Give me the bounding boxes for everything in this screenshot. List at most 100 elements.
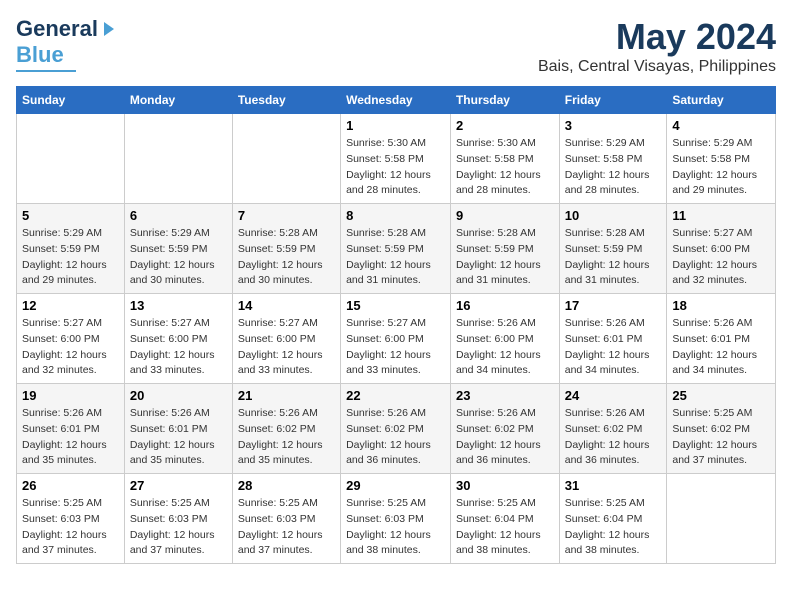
day-info: Sunrise: 5:26 AMSunset: 6:02 PMDaylight:… bbox=[565, 406, 662, 469]
day-number: 1 bbox=[346, 118, 445, 133]
day-number: 5 bbox=[22, 208, 119, 223]
day-info: Sunrise: 5:25 AMSunset: 6:03 PMDaylight:… bbox=[238, 496, 335, 559]
header-friday: Friday bbox=[559, 87, 667, 114]
day-info: Sunrise: 5:28 AMSunset: 5:59 PMDaylight:… bbox=[238, 226, 335, 289]
logo: General Blue bbox=[16, 16, 116, 72]
calendar-cell: 30 Sunrise: 5:25 AMSunset: 6:04 PMDayligh… bbox=[450, 474, 559, 564]
day-info: Sunrise: 5:29 AMSunset: 5:59 PMDaylight:… bbox=[130, 226, 227, 289]
day-info: Sunrise: 5:25 AMSunset: 6:04 PMDaylight:… bbox=[456, 496, 554, 559]
day-number: 22 bbox=[346, 388, 445, 403]
page-header: General Blue May 2024 Bais, Central Visa… bbox=[16, 16, 776, 76]
calendar-cell: 9Sunrise: 5:28 AMSunset: 5:59 PMDaylight… bbox=[450, 204, 559, 294]
header-sunday: Sunday bbox=[17, 87, 125, 114]
day-info: Sunrise: 5:26 AMSunset: 6:02 PMDaylight:… bbox=[238, 406, 335, 469]
day-number: 17 bbox=[565, 298, 662, 313]
calendar-cell: 20 Sunrise: 5:26 AMSunset: 6:01 PMDayligh… bbox=[124, 384, 232, 474]
week-row-3: 12 Sunrise: 5:27 AMSunset: 6:00 PMDayligh… bbox=[17, 294, 776, 384]
day-number: 2 bbox=[456, 118, 554, 133]
day-info: Sunrise: 5:29 AMSunset: 5:58 PMDaylight:… bbox=[672, 136, 770, 199]
day-info: Sunrise: 5:27 AMSunset: 6:00 PMDaylight:… bbox=[130, 316, 227, 379]
calendar-cell: 24 Sunrise: 5:26 AMSunset: 6:02 PMDayligh… bbox=[559, 384, 667, 474]
day-info: Sunrise: 5:25 AMSunset: 6:03 PMDaylight:… bbox=[130, 496, 227, 559]
calendar-cell: 16 Sunrise: 5:26 AMSunset: 6:00 PMDayligh… bbox=[450, 294, 559, 384]
day-info: Sunrise: 5:26 AMSunset: 6:01 PMDaylight:… bbox=[565, 316, 662, 379]
day-info: Sunrise: 5:30 AMSunset: 5:58 PMDaylight:… bbox=[346, 136, 445, 199]
location-subtitle: Bais, Central Visayas, Philippines bbox=[538, 58, 776, 76]
header-monday: Monday bbox=[124, 87, 232, 114]
calendar-cell: 4 Sunrise: 5:29 AMSunset: 5:58 PMDaylight… bbox=[667, 114, 776, 204]
day-number: 25 bbox=[672, 388, 770, 403]
day-number: 29 bbox=[346, 478, 445, 493]
calendar-cell: 15 Sunrise: 5:27 AMSunset: 6:00 PMDayligh… bbox=[341, 294, 451, 384]
day-number: 24 bbox=[565, 388, 662, 403]
calendar-cell: 5 Sunrise: 5:29 AMSunset: 5:59 PMDaylight… bbox=[17, 204, 125, 294]
day-number: 3 bbox=[565, 118, 662, 133]
header-tuesday: Tuesday bbox=[232, 87, 340, 114]
logo-text-general: General bbox=[16, 16, 98, 42]
calendar-table: Sunday Monday Tuesday Wednesday Thursday… bbox=[16, 86, 776, 564]
weekday-header-row: Sunday Monday Tuesday Wednesday Thursday… bbox=[17, 87, 776, 114]
calendar-cell: 11 Sunrise: 5:27 AMSunset: 6:00 PMDayligh… bbox=[667, 204, 776, 294]
calendar-cell: 31 Sunrise: 5:25 AMSunset: 6:04 PMDayligh… bbox=[559, 474, 667, 564]
calendar-cell: 23 Sunrise: 5:26 AMSunset: 6:02 PMDayligh… bbox=[450, 384, 559, 474]
title-section: May 2024 Bais, Central Visayas, Philippi… bbox=[538, 16, 776, 76]
calendar-cell bbox=[124, 114, 232, 204]
calendar-cell: 8 Sunrise: 5:28 AMSunset: 5:59 PMDaylight… bbox=[341, 204, 451, 294]
day-info: Sunrise: 5:27 AMSunset: 6:00 PMDaylight:… bbox=[672, 226, 770, 289]
day-info: Sunrise: 5:26 AMSunset: 6:02 PMDaylight:… bbox=[456, 406, 554, 469]
day-info: Sunrise: 5:25 AMSunset: 6:04 PMDaylight:… bbox=[565, 496, 662, 559]
day-number: 15 bbox=[346, 298, 445, 313]
day-info: Sunrise: 5:27 AMSunset: 6:00 PMDaylight:… bbox=[22, 316, 119, 379]
week-row-2: 5 Sunrise: 5:29 AMSunset: 5:59 PMDaylight… bbox=[17, 204, 776, 294]
day-number: 31 bbox=[565, 478, 662, 493]
day-number: 30 bbox=[456, 478, 554, 493]
calendar-cell: 22 Sunrise: 5:26 AMSunset: 6:02 PMDayligh… bbox=[341, 384, 451, 474]
calendar-cell: 26Sunrise: 5:25 AMSunset: 6:03 PMDayligh… bbox=[17, 474, 125, 564]
calendar-cell bbox=[17, 114, 125, 204]
day-number: 20 bbox=[130, 388, 227, 403]
day-number: 14 bbox=[238, 298, 335, 313]
day-info: Sunrise: 5:28 AMSunset: 5:59 PMDaylight:… bbox=[346, 226, 445, 289]
week-row-4: 19Sunrise: 5:26 AMSunset: 6:01 PMDayligh… bbox=[17, 384, 776, 474]
day-info: Sunrise: 5:28 AMSunset: 5:59 PMDaylight:… bbox=[565, 226, 662, 289]
day-number: 12 bbox=[22, 298, 119, 313]
day-info: Sunrise: 5:29 AMSunset: 5:59 PMDaylight:… bbox=[22, 226, 119, 289]
day-number: 23 bbox=[456, 388, 554, 403]
day-number: 9 bbox=[456, 208, 554, 223]
logo-underline bbox=[16, 70, 76, 72]
week-row-5: 26Sunrise: 5:25 AMSunset: 6:03 PMDayligh… bbox=[17, 474, 776, 564]
day-info: Sunrise: 5:26 AMSunset: 6:01 PMDaylight:… bbox=[22, 406, 119, 469]
day-info: Sunrise: 5:30 AMSunset: 5:58 PMDaylight:… bbox=[456, 136, 554, 199]
calendar-cell: 18Sunrise: 5:26 AMSunset: 6:01 PMDayligh… bbox=[667, 294, 776, 384]
calendar-cell: 1 Sunrise: 5:30 AMSunset: 5:58 PMDaylight… bbox=[341, 114, 451, 204]
day-info: Sunrise: 5:27 AMSunset: 6:00 PMDaylight:… bbox=[238, 316, 335, 379]
calendar-cell: 27Sunrise: 5:25 AMSunset: 6:03 PMDayligh… bbox=[124, 474, 232, 564]
day-number: 21 bbox=[238, 388, 335, 403]
day-info: Sunrise: 5:25 AMSunset: 6:02 PMDaylight:… bbox=[672, 406, 770, 469]
calendar-cell: 17 Sunrise: 5:26 AMSunset: 6:01 PMDayligh… bbox=[559, 294, 667, 384]
calendar-cell: 12 Sunrise: 5:27 AMSunset: 6:00 PMDayligh… bbox=[17, 294, 125, 384]
day-number: 8 bbox=[346, 208, 445, 223]
calendar-cell: 29 Sunrise: 5:25 AMSunset: 6:03 PMDayligh… bbox=[341, 474, 451, 564]
calendar-cell: 3 Sunrise: 5:29 AMSunset: 5:58 PMDaylight… bbox=[559, 114, 667, 204]
calendar-cell: 25 Sunrise: 5:25 AMSunset: 6:02 PMDayligh… bbox=[667, 384, 776, 474]
calendar-cell: 10Sunrise: 5:28 AMSunset: 5:59 PMDayligh… bbox=[559, 204, 667, 294]
calendar-cell: 6Sunrise: 5:29 AMSunset: 5:59 PMDaylight… bbox=[124, 204, 232, 294]
day-number: 28 bbox=[238, 478, 335, 493]
header-wednesday: Wednesday bbox=[341, 87, 451, 114]
calendar-cell: 7 Sunrise: 5:28 AMSunset: 5:59 PMDaylight… bbox=[232, 204, 340, 294]
day-info: Sunrise: 5:26 AMSunset: 6:01 PMDaylight:… bbox=[672, 316, 770, 379]
day-info: Sunrise: 5:26 AMSunset: 6:01 PMDaylight:… bbox=[130, 406, 227, 469]
week-row-1: 1 Sunrise: 5:30 AMSunset: 5:58 PMDaylight… bbox=[17, 114, 776, 204]
day-number: 16 bbox=[456, 298, 554, 313]
logo-text-blue: Blue bbox=[16, 42, 64, 68]
day-info: Sunrise: 5:26 AMSunset: 6:00 PMDaylight:… bbox=[456, 316, 554, 379]
day-number: 11 bbox=[672, 208, 770, 223]
day-info: Sunrise: 5:25 AMSunset: 6:03 PMDaylight:… bbox=[346, 496, 445, 559]
day-number: 7 bbox=[238, 208, 335, 223]
day-number: 4 bbox=[672, 118, 770, 133]
day-info: Sunrise: 5:27 AMSunset: 6:00 PMDaylight:… bbox=[346, 316, 445, 379]
day-info: Sunrise: 5:29 AMSunset: 5:58 PMDaylight:… bbox=[565, 136, 662, 199]
calendar-cell bbox=[232, 114, 340, 204]
day-info: Sunrise: 5:26 AMSunset: 6:02 PMDaylight:… bbox=[346, 406, 445, 469]
